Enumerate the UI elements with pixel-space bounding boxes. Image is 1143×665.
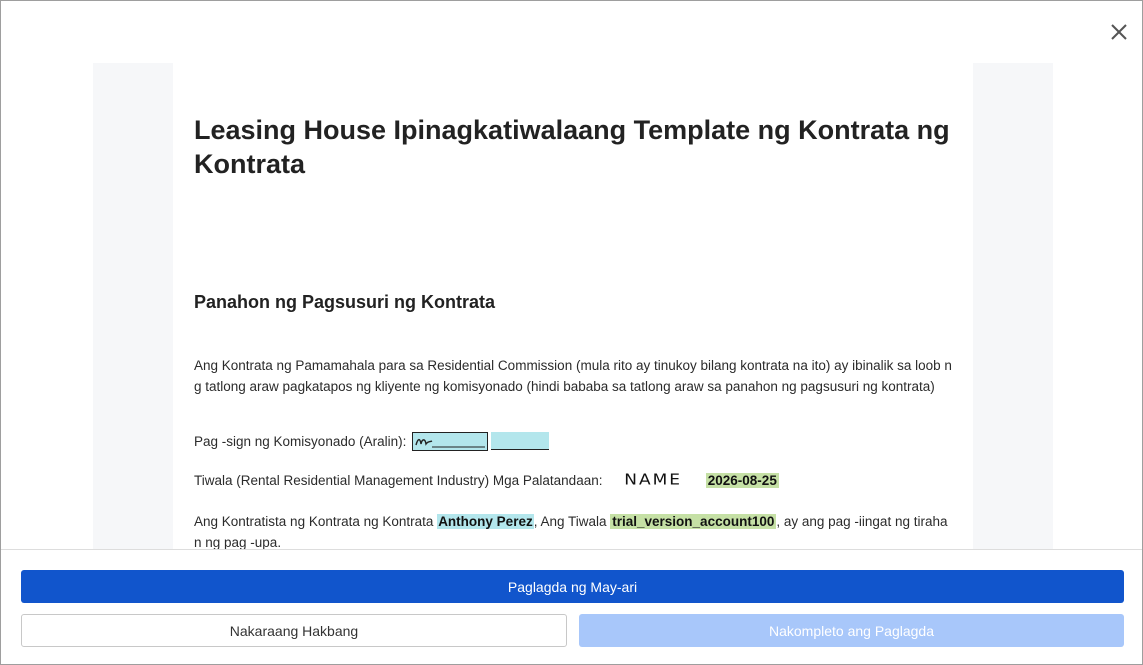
- contractor-paragraph: Ang Kontratista ng Kontrata ng Kontrata …: [194, 511, 954, 550]
- complete-signing-button[interactable]: Nakompleto ang Paglagda: [579, 614, 1124, 647]
- contractor-name: Anthony Perez: [437, 514, 534, 529]
- signature-date-field[interactable]: [491, 432, 550, 451]
- trust-sign-row: Tiwala (Rental Residential Management In…: [194, 470, 954, 491]
- signing-modal: Leasing House Ipinagkatiwalaang Template…: [0, 0, 1143, 665]
- trust-label: Tiwala (Rental Residential Management In…: [194, 473, 603, 488]
- document-viewer[interactable]: Leasing House Ipinagkatiwalaang Template…: [93, 63, 1053, 550]
- close-icon[interactable]: [1108, 21, 1130, 43]
- sign-label: Pag -sign ng Komisyonado (Aralin):: [194, 434, 407, 449]
- document-page: Leasing House Ipinagkatiwalaang Template…: [173, 63, 973, 550]
- name-stamp: NAME: [624, 471, 682, 490]
- commissioner-sign-row: Pag -sign ng Komisyonado (Aralin):: [194, 431, 954, 452]
- owner-sign-button[interactable]: Paglagda ng May-ari: [21, 570, 1124, 603]
- previous-step-button[interactable]: Nakaraang Hakbang: [21, 614, 567, 647]
- contract-paragraph: Ang Kontrata ng Pamamahala para sa Resid…: [194, 358, 952, 394]
- account-name: trial_version_account100: [610, 514, 777, 529]
- modal-footer: Paglagda ng May-ari Nakaraang Hakbang Na…: [1, 549, 1142, 664]
- contractor-text: Ang Kontratista ng Kontrata ng Kontrata: [194, 514, 434, 529]
- signature-field[interactable]: [412, 431, 489, 451]
- sign-date: 2026-08-25: [705, 473, 779, 488]
- section-heading: Panahon ng Pagsusuri ng Kontrata: [194, 292, 496, 312]
- trust-text: , Ang Tiwala: [533, 514, 607, 529]
- document-title: Leasing House Ipinagkatiwalaang Template…: [194, 115, 950, 179]
